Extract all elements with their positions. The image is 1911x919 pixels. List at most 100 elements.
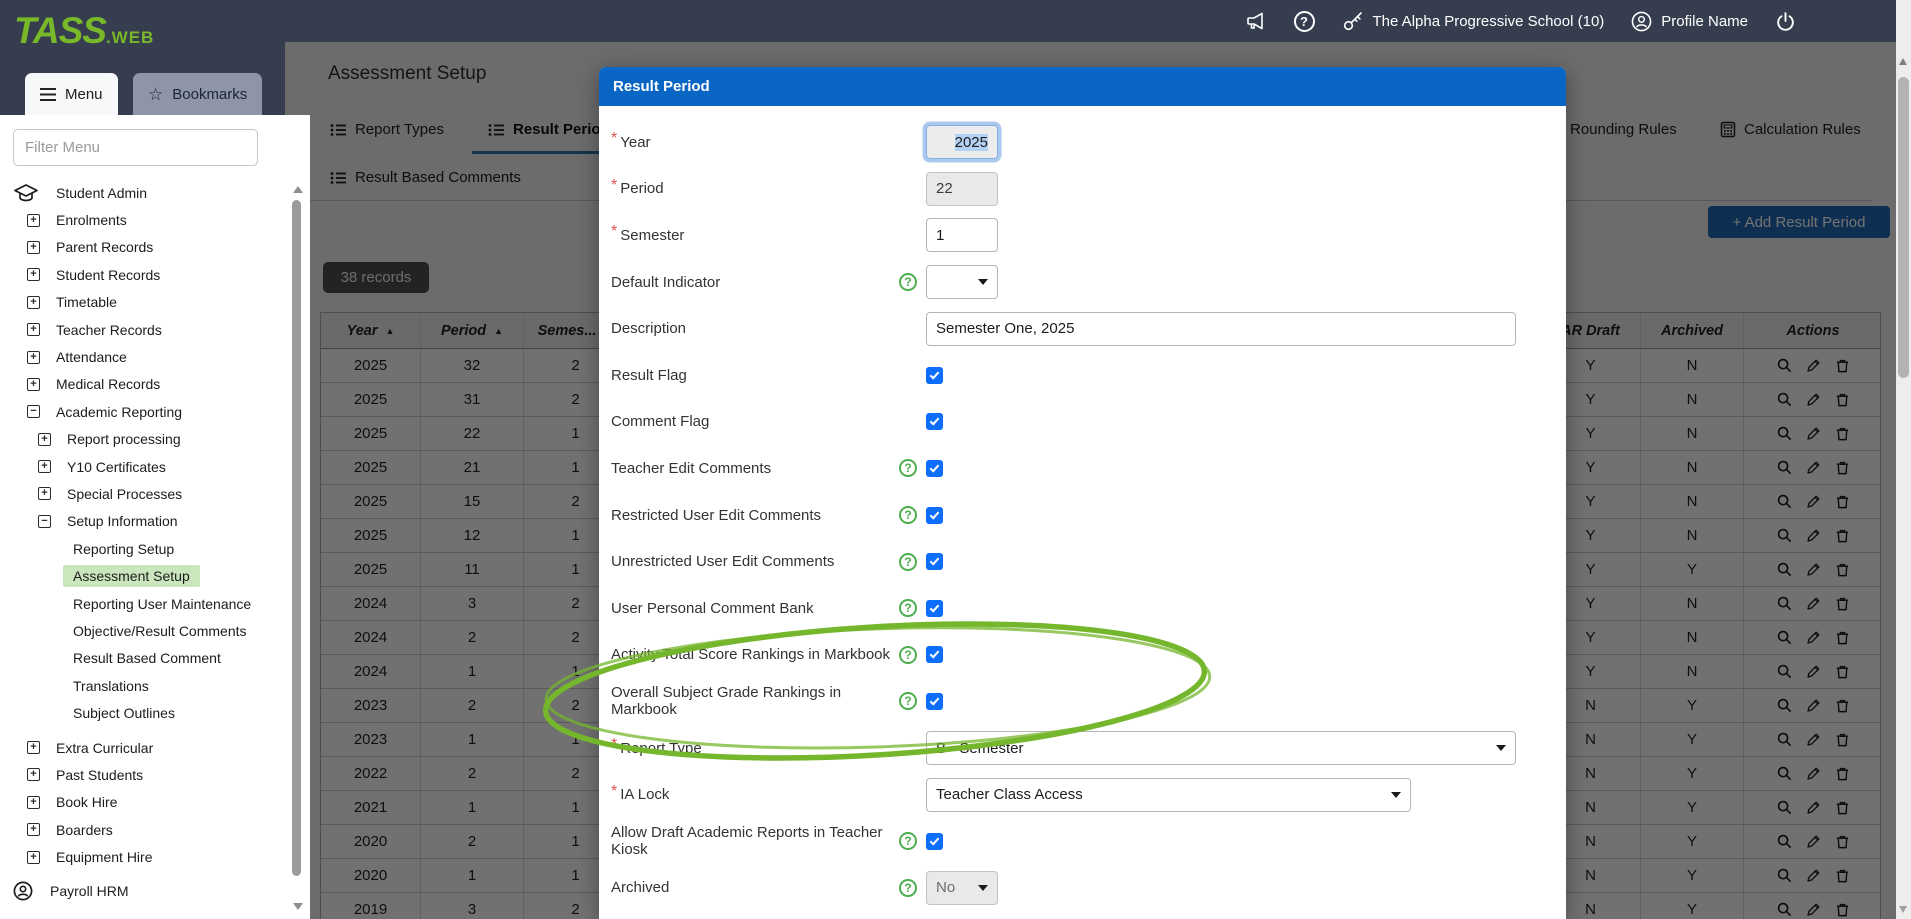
sidebar-item-enrolments[interactable]: +Enrolments	[0, 206, 288, 233]
help-icon[interactable]: ?	[899, 553, 917, 571]
modal-header[interactable]: Result Period	[599, 67, 1566, 106]
expand-plus-icon[interactable]: +	[27, 796, 40, 809]
sidebar-scroll-up-arrow[interactable]	[293, 186, 303, 193]
check-icon	[930, 556, 940, 566]
collapse-minus-icon[interactable]: −	[27, 405, 40, 418]
profile-menu[interactable]: Profile Name	[1631, 11, 1748, 32]
checkbox-activity-total-score-rankings-in-markbook[interactable]	[926, 646, 943, 663]
sidebar-item-timetable[interactable]: +Timetable	[0, 289, 288, 316]
expand-plus-icon[interactable]: +	[27, 741, 40, 754]
sidebar-item-payroll-hrm[interactable]: Payroll HRM	[0, 878, 288, 905]
select-archived[interactable]: No	[926, 871, 998, 905]
input-period[interactable]: 22	[926, 172, 998, 206]
input-value: 22	[936, 180, 953, 197]
field-label: *Period	[611, 180, 899, 198]
required-asterisk: *	[611, 783, 617, 801]
brand-logo[interactable]: TASS.WEB	[14, 10, 154, 52]
sidebar-item-reporting-setup[interactable]: Reporting Setup	[0, 535, 288, 562]
help-icon[interactable]: ?	[899, 832, 917, 850]
sidebar-item-extra-curricular[interactable]: +Extra Curricular	[0, 734, 288, 761]
menu-tab-label: Menu	[65, 86, 103, 103]
expand-plus-icon[interactable]: +	[27, 378, 40, 391]
sidebar-item-attendance[interactable]: +Attendance	[0, 343, 288, 370]
checkbox-allow-draft-academic-reports-in-teacher-kiosk[interactable]	[926, 833, 943, 850]
select-ia-lock[interactable]: Teacher Class Access	[926, 778, 1411, 812]
tab-bookmarks[interactable]: ☆ Bookmarks	[133, 73, 262, 115]
scroll-down-arrow[interactable]	[1899, 906, 1907, 913]
sidebar-item-reporting-user-maintenance[interactable]: Reporting User Maintenance	[0, 590, 288, 617]
sidebar-item-academic-reporting[interactable]: −Academic Reporting	[0, 398, 288, 425]
sidebar-item-past-students[interactable]: +Past Students	[0, 761, 288, 788]
expand-plus-icon[interactable]: +	[38, 487, 51, 500]
sidebar-item-result-based-comment[interactable]: Result Based Comment	[0, 645, 288, 672]
help-icon[interactable]: ?	[899, 646, 917, 664]
checkbox-teacher-edit-comments[interactable]	[926, 460, 943, 477]
field-user-personal-comment-bank: User Personal Comment Bank?	[599, 585, 1566, 632]
expand-plus-icon[interactable]: +	[38, 433, 51, 446]
sidebar-item-boarders[interactable]: +Boarders	[0, 816, 288, 843]
expand-plus-icon[interactable]: +	[27, 214, 40, 227]
expand-plus-icon[interactable]: +	[27, 851, 40, 864]
input-semester[interactable]: 1	[926, 218, 998, 252]
sidebar-item-setup-information[interactable]: −Setup Information	[0, 508, 288, 535]
help-icon[interactable]: ?	[899, 506, 917, 524]
help-icon[interactable]: ?	[899, 459, 917, 477]
sidebar-item-parent-records[interactable]: +Parent Records	[0, 234, 288, 261]
power-icon[interactable]	[1775, 11, 1796, 32]
expand-plus-icon[interactable]: +	[27, 768, 40, 781]
expand-plus-icon[interactable]: +	[27, 296, 40, 309]
help-icon[interactable]: ?	[899, 273, 917, 291]
sidebar-item-objective-result-comments[interactable]: Objective/Result Comments	[0, 617, 288, 644]
sidebar-item-special-processes[interactable]: +Special Processes	[0, 480, 288, 507]
collapse-minus-icon[interactable]: −	[38, 515, 51, 528]
sidebar-item-equipment-hire[interactable]: +Equipment Hire	[0, 843, 288, 870]
expand-plus-icon[interactable]: +	[27, 823, 40, 836]
page-scrollbar[interactable]	[1896, 0, 1911, 919]
filter-menu-input[interactable]	[13, 129, 258, 166]
tab-menu[interactable]: Menu	[25, 73, 118, 115]
sidebar-item-subject-outlines[interactable]: Subject Outlines	[0, 699, 288, 726]
sidebar-item-teacher-records[interactable]: +Teacher Records	[0, 316, 288, 343]
check-icon	[930, 649, 940, 659]
checkbox-result-flag[interactable]	[926, 367, 943, 384]
expand-plus-icon[interactable]: +	[27, 241, 40, 254]
field-control	[926, 367, 1566, 384]
checkbox-unrestricted-user-edit-comments[interactable]	[926, 553, 943, 570]
help-circle-icon[interactable]: ?	[1294, 11, 1315, 32]
input-description[interactable]: Semester One, 2025	[926, 312, 1516, 346]
sidebar-scroll-down-arrow[interactable]	[293, 903, 303, 910]
sidebar-item-label: Assessment Setup	[63, 565, 200, 587]
sidebar-item-student-records[interactable]: +Student Records	[0, 261, 288, 288]
field-activity-total-score-rankings-in-markbook: Activity Total Score Rankings in Markboo…	[599, 632, 1566, 679]
help-icon[interactable]: ?	[899, 692, 917, 710]
checkbox-user-personal-comment-bank[interactable]	[926, 600, 943, 617]
select-default-indicator[interactable]	[926, 265, 998, 299]
page-scrollbar-thumb[interactable]	[1898, 77, 1909, 378]
field-control	[926, 833, 1566, 850]
select-report-type[interactable]: B - Semester	[926, 731, 1516, 765]
expand-plus-icon[interactable]: +	[27, 268, 40, 281]
scroll-up-arrow[interactable]	[1899, 58, 1907, 65]
sidebar-item-label: Student Admin	[46, 182, 157, 204]
sidebar-item-book-hire[interactable]: +Book Hire	[0, 789, 288, 816]
checkbox-restricted-user-edit-comments[interactable]	[926, 507, 943, 524]
sidebar-item-report-processing[interactable]: +Report processing	[0, 426, 288, 453]
megaphone-icon[interactable]	[1244, 10, 1267, 32]
checkbox-overall-subject-grade-rankings-in-markbook[interactable]	[926, 693, 943, 710]
sidebar-item-medical-records[interactable]: +Medical Records	[0, 371, 288, 398]
expand-plus-icon[interactable]: +	[38, 460, 51, 473]
help-icon[interactable]: ?	[899, 879, 917, 897]
school-selector[interactable]: The Alpha Progressive School (10)	[1342, 10, 1605, 32]
sidebar-scrollbar-thumb[interactable]	[292, 200, 301, 876]
expand-plus-icon[interactable]: +	[27, 351, 40, 364]
checkbox-comment-flag[interactable]	[926, 413, 943, 430]
field-label-text: Period	[620, 180, 663, 197]
help-icon[interactable]: ?	[899, 599, 917, 617]
expand-plus-icon[interactable]: +	[27, 323, 40, 336]
field-label: Result Flag	[611, 367, 899, 384]
sidebar-item-assessment-setup[interactable]: Assessment Setup	[0, 562, 288, 589]
sidebar-item-student-admin[interactable]: Student Admin	[0, 179, 288, 206]
sidebar-item-y10-certificates[interactable]: +Y10 Certificates	[0, 453, 288, 480]
input-year[interactable]: 2025	[926, 125, 998, 159]
sidebar-item-translations[interactable]: Translations	[0, 672, 288, 699]
